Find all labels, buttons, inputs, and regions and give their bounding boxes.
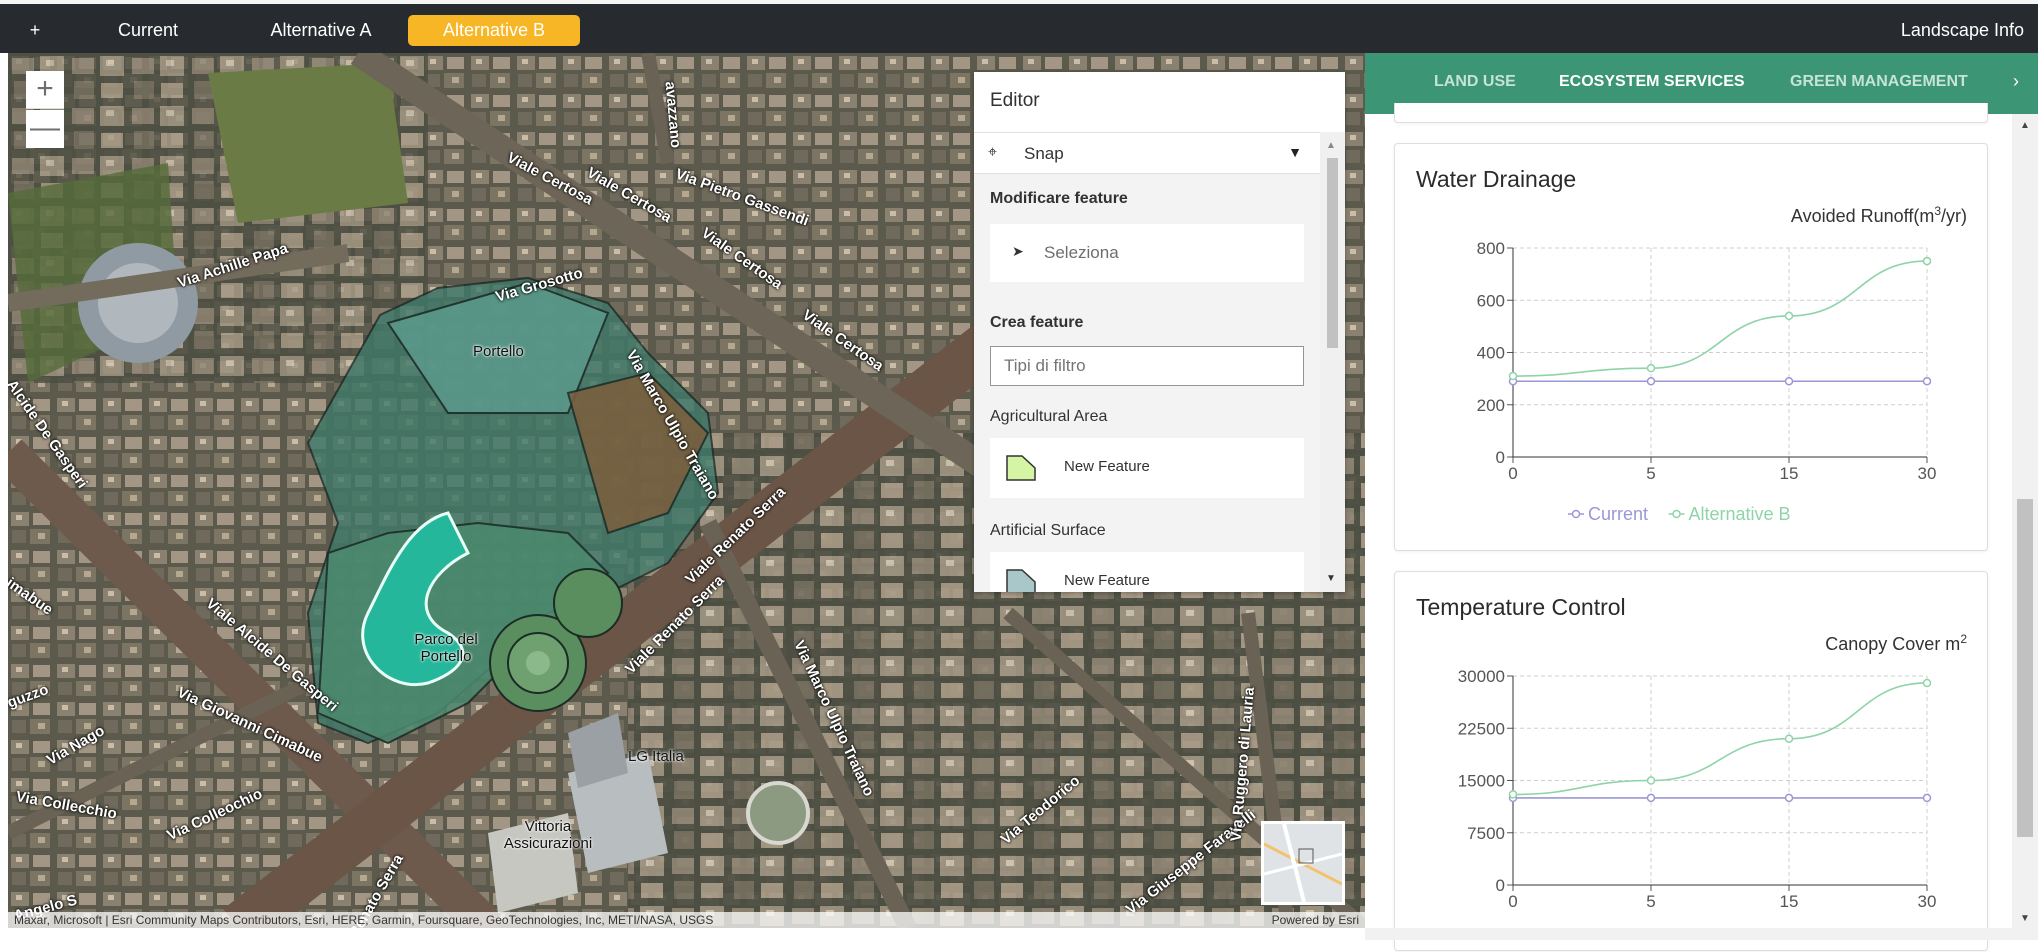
data-point: [1784, 734, 1794, 743]
editor-widget: Editor ⌖ Snap ▼ Modificare feature ➤ Sel…: [974, 72, 1345, 592]
x-tick-label: 0: [1508, 892, 1517, 911]
data-point: [1784, 311, 1794, 321]
data-point: [1922, 256, 1932, 266]
map-attribution: Maxar, Microsoft | Esri Community Maps C…: [8, 912, 1365, 928]
chevron-right-icon[interactable]: ›: [2013, 71, 2019, 92]
tab-land-use[interactable]: LAND USE: [1434, 73, 1516, 91]
x-tick-label: 5: [1646, 464, 1655, 483]
powered-by-esri[interactable]: Powered by Esri: [1272, 912, 1359, 928]
scroll-down-icon[interactable]: ▼: [1326, 573, 1336, 584]
snap-dropdown[interactable]: ⌖ Snap ▼: [974, 132, 1320, 174]
scroll-down-icon[interactable]: ▼: [2020, 913, 2030, 924]
place-label: LG Italia: [628, 748, 684, 765]
zoom-in-button[interactable]: +: [26, 71, 64, 109]
info-panel: LAND USE ECOSYSTEM SERVICES GREEN MANAGE…: [1365, 53, 2038, 951]
legend-marker: [1571, 509, 1581, 519]
new-feature-artificial[interactable]: New Feature: [990, 552, 1304, 592]
data-point: [1922, 376, 1932, 386]
snap-label: Snap: [1024, 144, 1064, 163]
polygon-swatch-icon: [1006, 569, 1036, 592]
x-tick-label: 30: [1918, 892, 1937, 911]
zoom-out-button[interactable]: —: [26, 110, 64, 148]
data-point: [1508, 790, 1518, 799]
data-point: [1922, 793, 1932, 803]
scroll-up-icon[interactable]: ▲: [2020, 120, 2030, 131]
place-label: Parco del Portello: [414, 631, 478, 665]
temperature-control-chart: 0 7500 15000 22500 30000 0 5 15 30: [1458, 667, 1937, 911]
y-tick-label: 30000: [1458, 667, 1505, 686]
polygon-swatch-icon: [1006, 455, 1036, 481]
new-feature-label: New Feature: [1064, 572, 1150, 589]
y-tick-label: 7500: [1467, 824, 1505, 843]
new-feature-label: New Feature: [1064, 458, 1150, 475]
overview-map[interactable]: [1261, 821, 1345, 905]
place-label: Vittoria Assicurazioni: [503, 818, 593, 852]
panel-scrollbar[interactable]: ▲ ▼: [2012, 114, 2038, 928]
add-scenario-button[interactable]: +: [20, 15, 50, 46]
tab-green-management[interactable]: GREEN MANAGEMENT: [1790, 73, 1968, 91]
x-tick-label: 30: [1918, 464, 1937, 483]
tab-current[interactable]: Current: [100, 15, 196, 46]
data-point: [1922, 678, 1932, 688]
tab-alternative-b[interactable]: Alternative B: [408, 15, 580, 46]
y-tick-label: 0: [1496, 448, 1505, 467]
editor-scrollbar[interactable]: ▲ ▼: [1320, 132, 1345, 592]
editor-title: Editor: [990, 90, 1040, 111]
water-drainage-card: Water Drainage Avoided Runoff(m3/yr) 0 20…: [1394, 143, 1988, 551]
legend-marker: [1672, 509, 1681, 519]
y-tick-label: 0: [1496, 876, 1505, 895]
scroll-thumb[interactable]: [1327, 158, 1338, 348]
new-feature-agricultural[interactable]: New Feature: [990, 438, 1304, 498]
overview-map-thumbnail: [1263, 823, 1343, 903]
x-tick-label: 15: [1780, 892, 1799, 911]
layer-heading-agricultural: Agricultural Area: [990, 408, 1108, 425]
data-point: [1784, 793, 1794, 803]
bottom-strip: [0, 928, 1365, 940]
y-tick-label: 22500: [1458, 719, 1505, 738]
y-tick-label: 400: [1477, 344, 1505, 363]
series-line: [1512, 682, 1928, 796]
landscape-info-link[interactable]: Landscape Info: [1901, 15, 2024, 46]
place-label: Portello: [473, 343, 524, 360]
horizontal-scrollbar[interactable]: [1365, 928, 2038, 940]
x-tick-label: 15: [1780, 464, 1799, 483]
temperature-control-card: Temperature Control Canopy Cover m2 0 750…: [1394, 571, 1988, 951]
y-tick-label: 15000: [1458, 772, 1505, 791]
y-tick-label: 600: [1477, 291, 1505, 310]
snap-icon: ⌖: [988, 144, 998, 161]
legend-label: Alternative B: [1689, 504, 1791, 524]
layer-heading-artificial: Artificial Surface: [990, 522, 1106, 539]
series-line: [1512, 260, 1928, 377]
cursor-icon: ➤: [1012, 243, 1024, 259]
map-view[interactable]: + — Viale Certosa Viale Certosa Viale Ce…: [8, 53, 1365, 928]
y-tick-label: 200: [1477, 396, 1505, 415]
chevron-down-icon: ▼: [1288, 144, 1302, 160]
x-tick-label: 5: [1646, 892, 1655, 911]
water-drainage-chart: 0 200 400 600 800 0 5 15 30 Current Alternative B: [1477, 239, 1937, 524]
data-point: [1646, 776, 1656, 785]
select-tool-label: Seleziona: [1044, 243, 1119, 262]
data-point: [1784, 376, 1794, 386]
data-point: [1646, 376, 1656, 386]
filter-types-input[interactable]: [990, 346, 1304, 386]
y-tick-label: 800: [1477, 239, 1505, 258]
scroll-up-icon[interactable]: ▲: [1326, 140, 1336, 151]
modify-feature-heading: Modificare feature: [990, 190, 1128, 207]
card-partial: [1394, 103, 1988, 123]
create-feature-heading: Crea feature: [990, 314, 1084, 331]
data-point: [1646, 363, 1656, 373]
legend-label: Current: [1588, 504, 1648, 524]
tab-alternative-a[interactable]: Alternative A: [256, 15, 386, 46]
select-tool-button[interactable]: ➤ Seleziona: [990, 224, 1304, 282]
attribution-text: Maxar, Microsoft | Esri Community Maps C…: [14, 913, 714, 927]
data-point: [1508, 371, 1518, 381]
x-tick-label: 0: [1508, 464, 1517, 483]
data-point: [1646, 793, 1656, 803]
scroll-thumb[interactable]: [2017, 499, 2033, 837]
editor-body: Modificare feature ➤ Seleziona Crea feat…: [974, 174, 1320, 592]
top-bar: + Current Alternative A Alternative B La…: [0, 0, 2038, 53]
tab-ecosystem-services[interactable]: ECOSYSTEM SERVICES: [1559, 73, 1745, 91]
